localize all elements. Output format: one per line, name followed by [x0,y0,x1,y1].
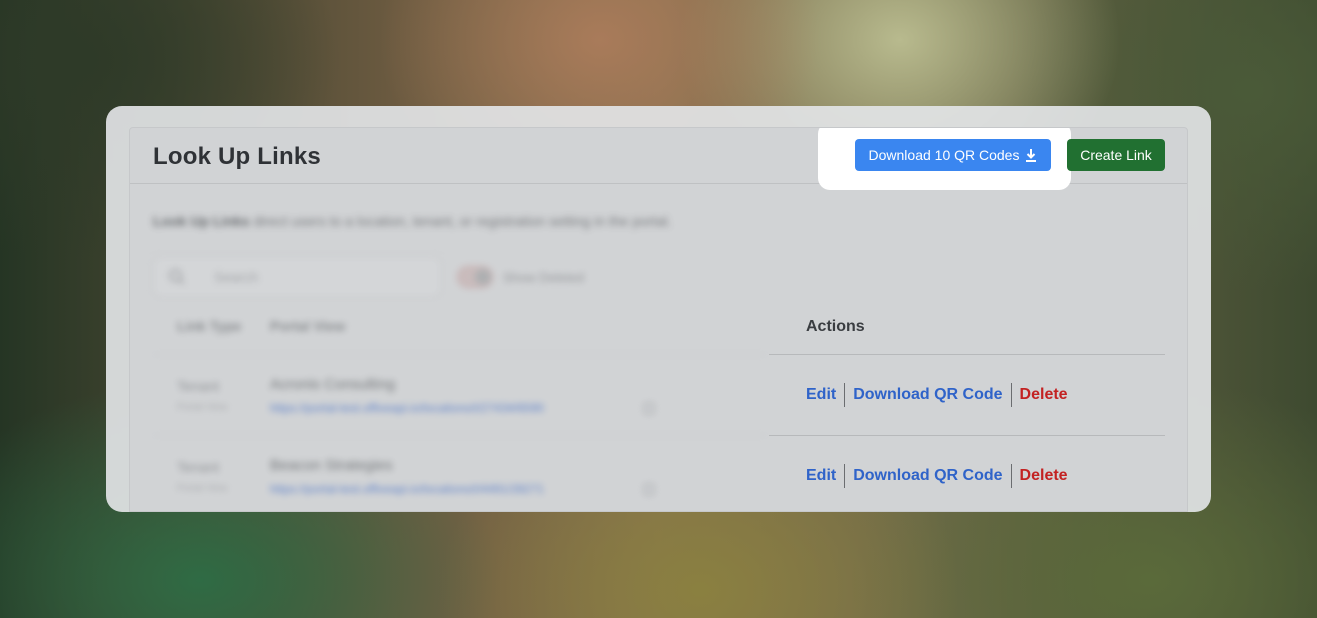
row-2-name: Beacon Strategies [270,457,393,474]
create-link-button[interactable]: Create Link [1067,139,1165,171]
row-2-actions: Edit Download QR Code Delete [806,464,1068,488]
download-all-label: Download 10 QR Codes [868,147,1020,163]
row-2-link-type-sub: Portal View [177,483,228,494]
actions-header-divider [769,354,1165,355]
search-input[interactable]: Search [153,257,441,297]
download-qr-code-button[interactable]: Download QR Code [853,386,1002,404]
row-2-link-type: Tenant [177,459,220,475]
row-1-name: Acronis Consulting [270,376,396,393]
copy-icon[interactable] [644,403,654,414]
page-title: Look Up Links [153,143,321,170]
column-header-link-type: Link Type [177,318,242,334]
row-1-link-type: Tenant [177,378,220,394]
modal-frame: Look Up Links Download 10 QR Codes Creat… [106,106,1211,512]
description-bold: Look Up Links [153,213,250,229]
column-header-actions: Actions [806,318,865,335]
show-deleted-label: Show Deleted [503,270,584,285]
action-separator [844,383,846,407]
row-2-url[interactable]: https://portal-test.offiveapi.io/locatio… [270,482,544,496]
copy-icon[interactable] [644,484,654,495]
download-icon [1026,148,1037,162]
row-1-actions: Edit Download QR Code Delete [806,383,1068,407]
edit-button[interactable]: Edit [806,386,836,404]
download-qr-code-button[interactable]: Download QR Code [853,467,1002,485]
card-header: Look Up Links Download 10 QR Codes Creat… [130,128,1187,190]
column-header-portal-view: Portal View [270,318,346,334]
delete-button[interactable]: Delete [1020,467,1068,485]
search-placeholder: Search [214,269,259,285]
row-1-link-type-sub: Portal View [177,402,228,413]
row-1-url[interactable]: https://portal-test.offiveapi.io/locatio… [270,401,544,415]
row-divider [769,435,1165,436]
action-separator [1010,464,1012,488]
description: Look Up Links direct users to a location… [153,213,671,229]
delete-button[interactable]: Delete [1020,386,1068,404]
action-separator [1010,383,1012,407]
download-all-qr-codes-button[interactable]: Download 10 QR Codes [855,139,1051,171]
description-text: direct users to a location, tenant, or r… [249,213,672,229]
toggle-knob [475,269,491,285]
action-separator [844,464,846,488]
search-icon [169,269,185,285]
row-divider [153,354,767,355]
show-deleted-toggle[interactable] [457,266,493,288]
look-up-links-card: Look Up Links Download 10 QR Codes Creat… [129,127,1188,512]
edit-button[interactable]: Edit [806,467,836,485]
row-divider [153,435,767,436]
